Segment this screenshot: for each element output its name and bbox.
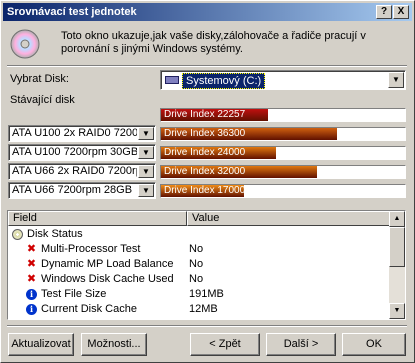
details-list[interactable]: Field Value Disk Status ✖ Multi-Processor … [7, 210, 406, 320]
list-item-field: Current Disk Cache [41, 303, 137, 315]
drive-select[interactable]: ATA U100 7200rpm 30GB ▼ [8, 144, 156, 161]
list-item-value: 191MB [189, 288, 224, 300]
help-button[interactable]: ? [376, 5, 392, 19]
drive-index-bar: Drive Index 32000 [160, 165, 406, 179]
refresh-button[interactable]: Aktualizovat [8, 333, 74, 356]
dialog-window: Srovnávací test jednotek ? X Toto okno u… [0, 0, 415, 363]
list-item[interactable]: ✖ Windows Disk Cache Used No [8, 273, 390, 286]
separator [7, 65, 407, 67]
info-icon: i [26, 289, 37, 300]
chevron-down-icon[interactable]: ▼ [138, 146, 154, 159]
scroll-down-icon[interactable]: ▼ [389, 303, 405, 319]
drive-index-text: Drive Index 22257 [164, 109, 246, 120]
cd-icon [12, 229, 23, 240]
scroll-up-icon[interactable]: ▲ [389, 211, 405, 227]
drive-index-text: Drive Index 24000 [164, 147, 246, 158]
list-item-value: No [189, 258, 204, 270]
x-icon: ✖ [26, 258, 37, 270]
chevron-down-icon[interactable]: ▼ [138, 165, 154, 178]
x-icon: ✖ [26, 273, 37, 285]
list-item[interactable]: Disk Status [8, 228, 390, 241]
back-button[interactable]: < Zpět [190, 333, 260, 356]
list-item-field: Windows Disk Cache Used [41, 273, 174, 285]
ok-button[interactable]: OK [342, 333, 406, 356]
hard-drive-icon [165, 76, 179, 84]
drive-select-label: ATA U100 2x RAID0 7200rpm [12, 127, 137, 139]
disk-select-value: Systemový (C:) [182, 73, 266, 89]
vertical-scrollbar[interactable]: ▲ ▼ [389, 211, 405, 319]
disk-select[interactable]: Systemový (C:) ▼ [160, 70, 406, 90]
options-button[interactable]: Možnosti... [81, 333, 147, 356]
list-item-value: No [189, 273, 204, 285]
list-item-field: Disk Status [27, 228, 83, 240]
select-disk-label: Vybrat Disk: [10, 73, 69, 85]
list-item-field: Multi-Processor Test [41, 243, 141, 255]
drive-select[interactable]: ATA U66 2x RAID0 7200rpm▼ [8, 163, 156, 180]
chevron-down-icon[interactable]: ▼ [138, 127, 154, 140]
list-item[interactable]: ✖ Dynamic MP Load Balance No [8, 258, 390, 271]
title-bar: Srovnávací test jednotek ? X [3, 3, 412, 21]
x-icon: ✖ [26, 243, 37, 255]
window-title: Srovnávací test jednotek [7, 6, 137, 18]
list-item[interactable]: i Test File Size 191MB [8, 288, 390, 301]
drive-index-text: Drive Index 32000 [164, 166, 246, 177]
drive-index-bar: Drive Index 17000 [160, 184, 406, 198]
scroll-thumb[interactable] [389, 227, 405, 267]
list-item-field: Dynamic MP Load Balance [41, 258, 174, 270]
drive-select-label: ATA U100 7200rpm 30GB [12, 146, 137, 158]
column-header-field[interactable]: Field [8, 211, 187, 226]
next-button[interactable]: Další > [266, 333, 336, 356]
drive-index-bar: Drive Index 36300 [160, 127, 406, 141]
drive-select[interactable]: ATA U100 2x RAID0 7200rpm▼ [8, 125, 156, 142]
drive-select-label: ATA U66 2x RAID0 7200rpm [12, 165, 137, 177]
list-item-value: 12MB [189, 303, 218, 315]
chevron-down-icon[interactable]: ▼ [138, 184, 154, 197]
list-item-value: No [189, 243, 204, 255]
info-icon: i [26, 304, 37, 315]
chevron-down-icon[interactable]: ▼ [388, 72, 404, 88]
intro-text: Toto okno ukazuje,jak vaše disky,zálohov… [61, 30, 366, 55]
separator [7, 325, 407, 327]
disc-icon [10, 29, 40, 59]
drive-index-bar: Drive Index 22257 [160, 108, 406, 122]
drive-index-bar: Drive Index 24000 [160, 146, 406, 160]
current-disk-label: Stávající disk [10, 94, 75, 106]
drive-index-text: Drive Index 36300 [164, 128, 246, 139]
drive-index-text: Drive Index 17000 [164, 185, 246, 196]
close-button[interactable]: X [393, 5, 409, 19]
list-item[interactable]: ✖ Multi-Processor Test No [8, 243, 390, 256]
drive-select[interactable]: ATA U66 7200rpm 28GB ▼ [8, 182, 156, 199]
column-header-value[interactable]: Value [187, 211, 390, 226]
drive-select-label: ATA U66 7200rpm 28GB [12, 184, 133, 196]
list-item[interactable]: i Current Disk Cache 12MB [8, 303, 390, 316]
list-item-field: Test File Size [41, 288, 107, 300]
